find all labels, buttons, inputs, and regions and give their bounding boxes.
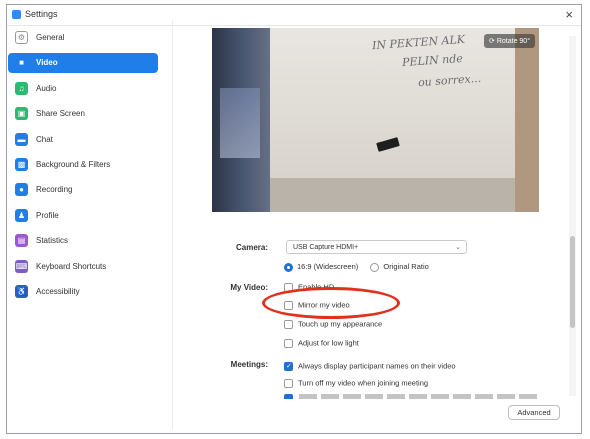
preview-right-wall [515, 28, 539, 212]
enable-hd-option[interactable]: Enable HD [284, 282, 334, 292]
touch-up-option[interactable]: Touch up my appearance [284, 319, 382, 329]
title-bar: Settings × [7, 5, 581, 26]
display-names-option[interactable]: Always display participant names on thei… [284, 361, 456, 371]
cut-off-option-text [299, 394, 539, 399]
background-icon: ▩ [15, 157, 28, 171]
meetings-label: Meetings: [230, 360, 268, 369]
ratio-original-radio[interactable] [370, 262, 380, 272]
sidebar-item-label: Statistics [36, 236, 69, 246]
sidebar-item-background-filters[interactable]: ▩ Background & Filters [8, 155, 158, 175]
low-light-checkbox[interactable] [284, 338, 293, 348]
keyboard-icon: ⌨ [15, 259, 28, 273]
rotate-icon: ⟳ [489, 38, 497, 45]
camera-select[interactable]: USB Capture HDMI+ ⌄ [286, 240, 467, 254]
sidebar-item-label: Chat [36, 134, 53, 144]
rotate-label: Rotate 90° [496, 38, 530, 45]
turn-off-video-option[interactable]: Turn off my video when joining meeting [284, 378, 428, 388]
turn-off-video-label: Turn off my video when joining meeting [298, 378, 429, 388]
sidebar-item-accessibility[interactable]: ♿ Accessibility [8, 282, 158, 302]
ratio-original-option[interactable]: Original Ratio [370, 262, 429, 272]
display-names-checkbox[interactable] [284, 361, 293, 371]
record-icon: ● [15, 183, 28, 197]
sidebar-item-label: General [36, 33, 65, 42]
sidebar-item-label: Audio [36, 83, 57, 93]
sidebar-item-general[interactable]: ⚙ General [8, 28, 158, 48]
enable-hd-checkbox[interactable] [284, 282, 293, 292]
headphones-icon: ♫ [15, 81, 28, 95]
turn-off-video-checkbox[interactable] [284, 378, 293, 388]
my-video-label: My Video: [230, 283, 268, 292]
advanced-button[interactable]: Advanced [508, 405, 560, 420]
sidebar-item-audio[interactable]: ♫ Audio [8, 79, 158, 99]
accessibility-icon: ♿ [15, 284, 28, 298]
touch-up-label: Touch up my appearance [298, 319, 383, 329]
sidebar-item-video[interactable]: ■ Video [8, 53, 158, 74]
mirror-video-checkbox[interactable] [284, 300, 293, 310]
person-icon: ♟ [15, 208, 28, 222]
preview-light-reflection [220, 88, 260, 158]
touch-up-checkbox[interactable] [284, 319, 293, 329]
chat-bubble-icon: ▬ [15, 132, 28, 146]
close-icon[interactable]: × [565, 7, 573, 22]
enable-hd-label: Enable HD [298, 282, 335, 292]
sidebar-item-label: Share Screen [36, 109, 85, 119]
ratio-widescreen-radio[interactable] [284, 262, 293, 272]
statistics-icon: ▤ [15, 234, 28, 248]
low-light-option[interactable]: Adjust for low light [284, 338, 359, 348]
sidebar-item-share-screen[interactable]: ▣ Share Screen [8, 104, 158, 124]
camera-select-value: USB Capture HDMI+ [293, 244, 359, 251]
ratio-widescreen-option[interactable]: 16:9 (Widescreen) [284, 262, 358, 272]
chevron-down-icon: ⌄ [455, 244, 461, 251]
sidebar-item-label: Profile [36, 210, 59, 220]
sidebar-item-keyboard-shortcuts[interactable]: ⌨ Keyboard Shortcuts [8, 257, 158, 277]
mirror-video-option[interactable]: Mirror my video [284, 300, 350, 310]
sidebar-item-recording[interactable]: ● Recording [8, 180, 158, 200]
sidebar-item-label: Keyboard Shortcuts [36, 261, 107, 271]
sidebar-item-chat[interactable]: ▬ Chat [8, 130, 158, 150]
sidebar-item-profile[interactable]: ♟ Profile [8, 206, 158, 226]
video-camera-icon: ■ [19, 58, 24, 68]
settings-sidebar: ⚙ General ■ Video ♫ Audio ▣ Share Screen ▬ Chat ▩ B… [8, 28, 158, 307]
zoom-app-icon [12, 10, 21, 19]
sidebar-divider [172, 20, 173, 429]
share-screen-icon: ▣ [15, 107, 28, 121]
cut-off-checkbox[interactable] [284, 394, 293, 399]
gear-icon: ⚙ [15, 31, 28, 44]
low-light-label: Adjust for low light [298, 338, 359, 348]
rotate-button[interactable]: ⟳ Rotate 90° [484, 34, 535, 48]
scrollbar-thumb[interactable] [570, 236, 575, 328]
sidebar-item-label: Video [36, 58, 58, 68]
preview-board-edge [270, 178, 517, 212]
sidebar-item-statistics[interactable]: ▤ Statistics [8, 231, 158, 251]
sidebar-item-label: Background & Filters [36, 159, 111, 169]
camera-preview: IN PEKTEN ALK PELIN nde ou sorrex... ⟳ R… [212, 28, 539, 212]
sidebar-item-label: Accessibility [36, 286, 80, 296]
camera-label: Camera: [235, 243, 268, 252]
mirror-video-label: Mirror my video [298, 300, 350, 310]
aspect-ratio-options: 16:9 (Widescreen) Original Ratio [284, 262, 439, 272]
window-title: Settings [25, 9, 58, 19]
scrollbar-track[interactable] [569, 36, 576, 396]
display-names-label: Always display participant names on thei… [298, 361, 456, 371]
ratio-original-label: Original Ratio [383, 262, 429, 272]
sidebar-item-label: Recording [36, 185, 73, 195]
ratio-widescreen-label: 16:9 (Widescreen) [297, 262, 359, 272]
